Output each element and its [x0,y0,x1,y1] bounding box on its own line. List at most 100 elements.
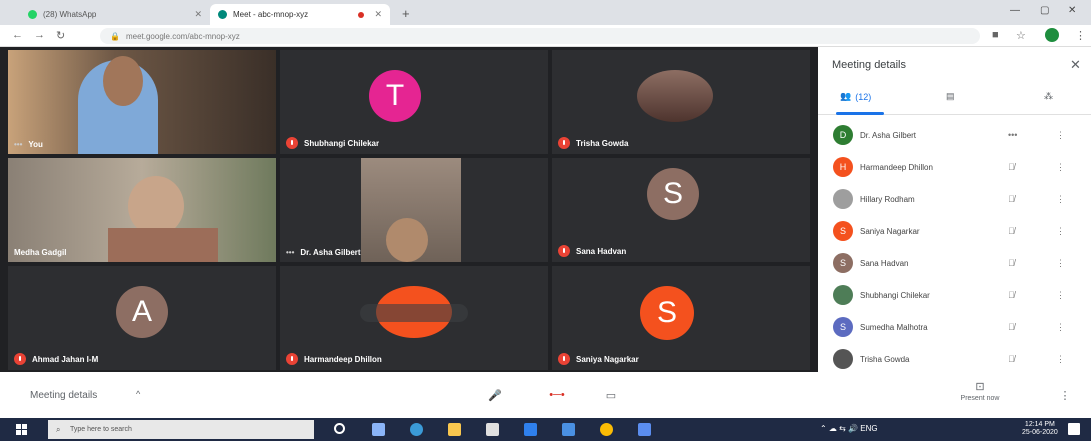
avatar: D [833,125,853,145]
new-tab-button[interactable]: + [402,6,410,21]
forward-icon[interactable]: → [34,29,45,41]
participant-name: Shubhangi Chilekar [860,290,930,300]
tab-chat[interactable]: ▤ [946,91,955,102]
back-icon[interactable]: ← [12,29,23,41]
photos-icon[interactable] [638,423,651,436]
edge-icon[interactable] [410,423,423,436]
close-tab-icon[interactable]: ✕ [374,9,382,20]
participant-nametag: Sana Hadvan [558,245,626,257]
notification-icon[interactable] [1068,423,1080,435]
close-tab-icon[interactable]: ✕ [194,9,202,20]
more-options-icon[interactable]: ⋮ [1050,384,1080,406]
taskbar-clock[interactable]: 12:14 PM 25-06-2020 [1022,421,1058,437]
profile-avatar[interactable] [1045,28,1059,42]
camera-indicator-icon[interactable]: ■ [992,29,999,41]
mic-off-icon: 🎙̸ [1008,290,1015,300]
tab-meet[interactable]: Meet - abc-mnop-xyz ✕ [210,4,390,25]
meeting-details-button[interactable]: Meeting details [30,390,97,401]
windows-start-icon[interactable] [16,424,27,435]
store-icon[interactable] [486,423,499,436]
list-item[interactable]: Shubhangi Chilekar 🎙̸ ⋮ [818,279,1091,311]
chrome-icon[interactable] [600,423,613,436]
participant-avatar: S [640,286,694,340]
participant-nametag: Harmandeep Dhillon [286,353,382,365]
list-item[interactable]: Hillary Rodham 🎙̸ ⋮ [818,183,1091,215]
participant-tile[interactable]: ••• Dr. Asha Gilbert [280,158,548,262]
participant-video [128,176,184,236]
tab-label: (28) WhatsApp [43,10,97,19]
participant-tile[interactable]: T Shubhangi Chilekar [280,50,548,154]
kebab-menu-icon[interactable]: ⋮ [1056,226,1065,237]
participant-nametag: Shubhangi Chilekar [286,137,379,149]
url-text: meet.google.com/abc-mnop-xyz [125,31,240,41]
system-tray[interactable]: ⌃ ☁ ⇆ 🔊 ENG [820,424,878,433]
camera-toggle-button[interactable]: ▭ [596,384,626,406]
participant-name: Harmandeep Dhillon [304,354,382,364]
file-explorer-icon[interactable] [448,423,461,436]
avatar [833,189,853,209]
mail-icon[interactable] [562,423,575,436]
more-icon: ••• [14,140,23,149]
participant-tile[interactable]: S Saniya Nagarkar [552,266,810,370]
participant-name: Saniya Nagarkar [576,354,639,364]
cortana-icon[interactable] [334,423,345,434]
kebab-menu-icon[interactable]: ⋮ [1056,258,1065,269]
list-item[interactable]: D Dr. Asha Gilbert ••• ⋮ [818,119,1091,151]
participant-avatar: A [116,286,168,338]
list-item[interactable]: H Harmandeep Dhillon 🎙̸ ⋮ [818,151,1091,183]
participant-tile[interactable]: Trisha Gowda [552,50,810,154]
list-item[interactable]: S Saniya Nagarkar 🎙̸ ⋮ [818,215,1091,247]
participant-avatar: S [647,168,699,220]
kebab-menu-icon[interactable]: ⋮ [1056,194,1065,205]
present-screen-icon: ⊡ [975,381,985,393]
kebab-menu-icon[interactable]: ⋮ [1056,354,1065,365]
mic-off-icon [14,353,26,365]
tab-people[interactable]: 👥 (12) [840,91,871,102]
kebab-menu-icon[interactable]: ⋮ [1056,290,1065,301]
task-view-icon[interactable] [372,423,385,436]
close-window-button[interactable]: ✕ [1068,5,1076,16]
mic-off-icon: 🎙̸ [1008,322,1015,332]
list-item[interactable]: Trisha Gowda 🎙̸ ⋮ [818,343,1091,375]
participant-tile[interactable]: Medha Gadgil [8,158,276,262]
participant-tile[interactable]: A Ahmad Jahan I-M [8,266,276,370]
participant-tile[interactable]: ••• You [8,50,276,154]
present-label: Present now [960,395,1000,402]
kebab-menu-icon[interactable]: ⋮ [1056,162,1065,173]
dropbox-icon[interactable] [524,423,537,436]
close-icon[interactable]: ✕ [1070,57,1081,73]
kebab-menu-icon[interactable]: ⋮ [1056,322,1065,333]
presenting-controls-overlay [360,304,468,322]
mic-off-icon [558,353,570,365]
tab-whatsapp[interactable]: (28) WhatsApp ✕ [20,4,210,25]
active-tab-indicator [836,112,884,115]
tab-activities[interactable]: ⁂ [1044,91,1053,102]
participant-avatar: T [369,70,421,122]
list-item[interactable]: S Sumedha Malhotra 🎙̸ ⋮ [818,311,1091,343]
menu-icon[interactable]: ⋮ [1075,29,1086,42]
participant-name: Dr. Asha Gilbert [300,248,361,257]
more-icon[interactable]: ••• [1008,130,1017,140]
star-icon[interactable]: ☆ [1016,29,1026,42]
chevron-up-icon[interactable]: ^ [136,389,140,399]
minimize-button[interactable]: — [1010,5,1020,16]
participant-tile[interactable]: S Sana Hadvan [552,158,810,262]
participant-tile[interactable]: Harmandeep Dhillon [280,266,548,370]
participant-name: You [28,140,43,149]
avatar: S [833,317,853,337]
participant-nametag: ••• Dr. Asha Gilbert [286,248,361,257]
maximize-button[interactable]: ▢ [1040,5,1049,16]
mic-off-icon [286,353,298,365]
kebab-menu-icon[interactable]: ⋮ [1056,130,1065,141]
reload-icon[interactable]: ↻ [56,29,65,42]
taskbar-search-input[interactable]: ⌕ Type here to search [48,420,314,439]
present-now-button[interactable]: ⊡ Present now [955,380,1005,402]
video-grid: ••• You T Shubhangi Chilekar Trisha Gowd… [8,50,810,370]
more-icon: ••• [286,248,295,257]
leave-call-button[interactable]: •─• [542,384,572,406]
os-taskbar: ⌕ Type here to search ⌃ ☁ ⇆ 🔊 ENG 12:14 … [0,418,1091,441]
mic-off-icon [558,137,570,149]
list-item[interactable]: S Sana Hadvan 🎙̸ ⋮ [818,247,1091,279]
mic-toggle-button[interactable]: 🎤 [480,384,510,406]
url-field[interactable]: 🔒 meet.google.com/abc-mnop-xyz [100,28,980,44]
